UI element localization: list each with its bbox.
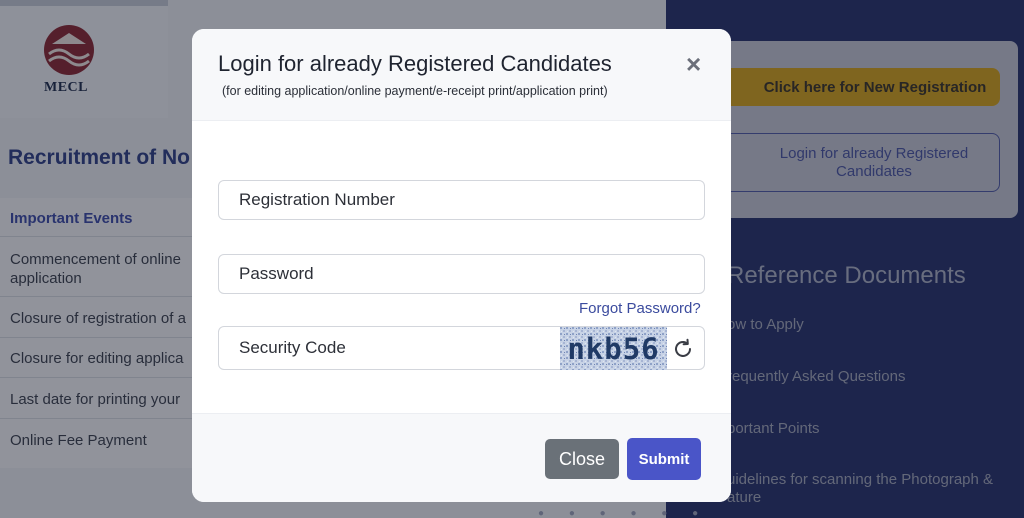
modal-footer: Close Submit <box>192 413 731 502</box>
modal-subtitle: (for editing application/online payment/… <box>222 84 608 98</box>
modal-header: Login for already Registered Candidates … <box>192 29 731 121</box>
registration-number-field[interactable] <box>218 180 705 220</box>
registration-number-input[interactable] <box>219 181 704 219</box>
close-icon[interactable]: × <box>686 51 701 77</box>
modal-title: Login for already Registered Candidates <box>218 51 612 76</box>
forgot-password-link[interactable]: Forgot Password? <box>579 300 701 317</box>
password-field[interactable] <box>218 254 705 294</box>
submit-button[interactable]: Submit <box>627 438 701 480</box>
security-code-input[interactable] <box>219 327 559 369</box>
password-input[interactable] <box>219 255 704 293</box>
refresh-icon[interactable] <box>671 337 695 361</box>
captcha-image: nkb56 <box>560 327 667 370</box>
captcha-text: nkb56 <box>567 331 660 366</box>
security-code-field[interactable]: nkb56 <box>218 326 705 370</box>
close-button[interactable]: Close <box>545 439 619 479</box>
login-modal: Login for already Registered Candidates … <box>192 29 731 502</box>
